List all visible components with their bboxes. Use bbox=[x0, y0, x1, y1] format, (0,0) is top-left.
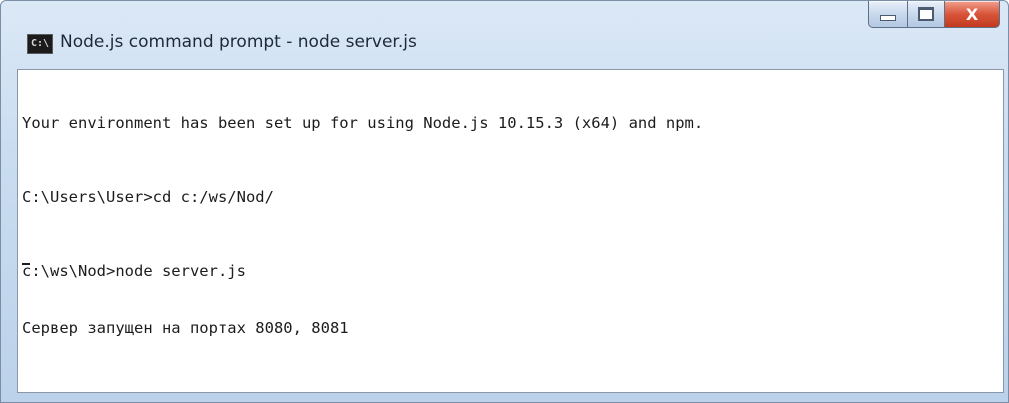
title-bar[interactable]: C:\ Node.js command prompt - node server… bbox=[1, 1, 1008, 69]
console-window: C:\ Node.js command prompt - node server… bbox=[0, 0, 1009, 403]
window-bottom-border[interactable] bbox=[1, 391, 1008, 402]
console-line-environment: Your environment has been set up for usi… bbox=[22, 114, 704, 132]
console-line-cd-command: C:\Users\User>cd c:/ws/Nod/ bbox=[22, 188, 274, 206]
close-icon: X bbox=[965, 4, 979, 24]
console-line-node-command: c:\ws\Nod>node server.js bbox=[22, 262, 246, 280]
maximize-icon bbox=[918, 7, 934, 21]
console-output-area[interactable]: Your environment has been set up for usi… bbox=[17, 69, 1004, 393]
window-title: Node.js command prompt - node server.js bbox=[60, 32, 417, 52]
console-text: Your environment has been set up for usi… bbox=[22, 76, 703, 376]
console-line-server-started: Сервер запущен на портах 8080, 8081 bbox=[22, 319, 349, 337]
maximize-button[interactable] bbox=[908, 1, 945, 28]
close-button[interactable]: X bbox=[945, 1, 1000, 28]
minimize-icon bbox=[880, 15, 896, 21]
caption-buttons: X bbox=[868, 1, 1000, 29]
cmd-icon[interactable]: C:\ bbox=[27, 34, 53, 54]
minimize-button[interactable] bbox=[868, 1, 908, 28]
text-cursor bbox=[22, 263, 30, 265]
